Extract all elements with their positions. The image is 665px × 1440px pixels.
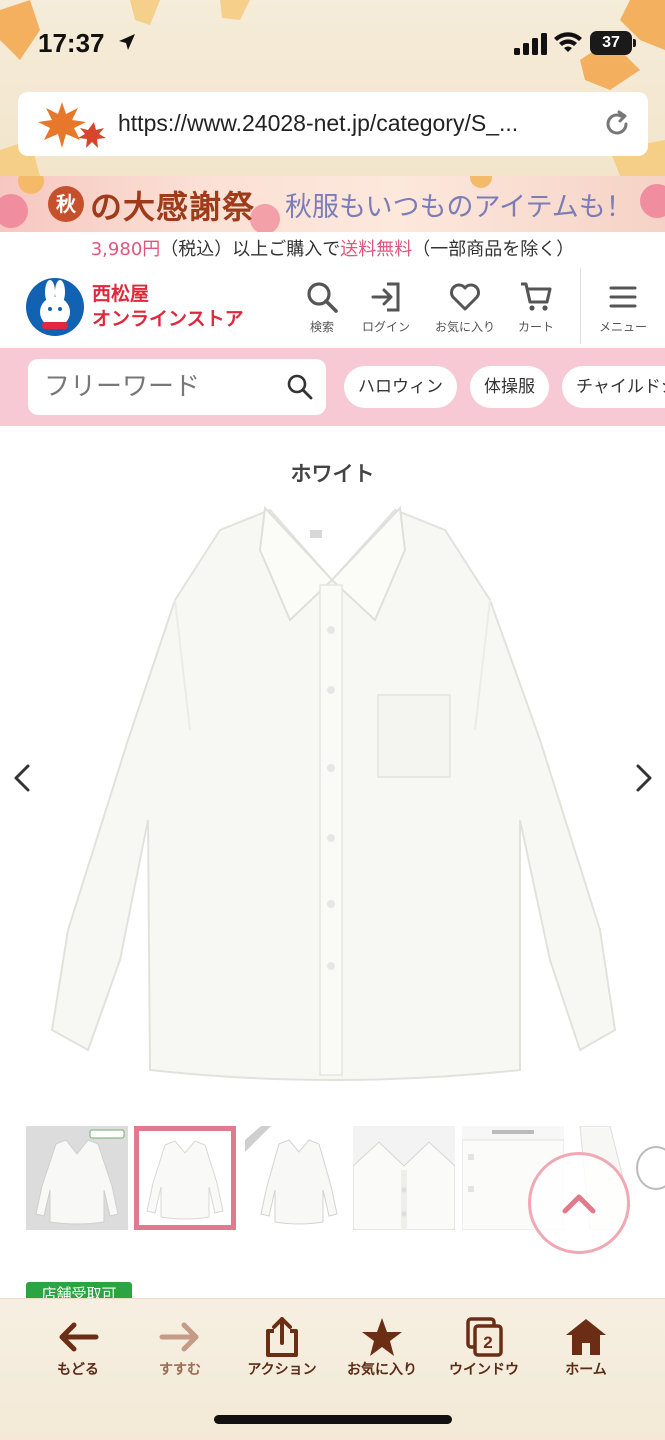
url-text[interactable]: https://www.24028-net.jp/category/S_... (118, 110, 518, 137)
header-menu-button[interactable]: メニュー (583, 276, 663, 342)
toolbar-back-label: もどる (57, 1362, 99, 1378)
header-login-button[interactable]: ログイン (346, 276, 426, 342)
heart-icon (450, 283, 480, 311)
flower-decoration (18, 176, 44, 194)
back-arrow-icon (59, 1322, 99, 1352)
free-shipping-label: 送料無料 (340, 239, 413, 260)
location-arrow-icon (119, 34, 135, 50)
reload-icon[interactable] (602, 109, 632, 139)
star-icon (362, 1318, 402, 1356)
product-color-name: ホワイト (290, 462, 375, 486)
toolbar-bookmark-label: お気に入り (347, 1362, 417, 1378)
free-word-search-input[interactable] (44, 359, 284, 415)
home-icon (566, 1319, 606, 1355)
status-time: 17:37 (38, 28, 105, 58)
toolbar-home-button[interactable]: ホーム (536, 1317, 636, 1387)
address-bar[interactable]: https://www.24028-net.jp/category/S_... (18, 92, 648, 156)
toolbar-windows-button[interactable]: 2 ウインドウ (434, 1317, 534, 1387)
status-bar: 17:37 37 (0, 20, 665, 68)
logo-line-1: 西松屋 (92, 283, 150, 305)
search-icon[interactable] (286, 373, 314, 401)
campaign-subtitle: 秋服もいつものアイテムも！ (285, 192, 633, 223)
battery-indicator: 37 (590, 31, 636, 55)
campaign-badge: 秋 (48, 186, 84, 222)
toolbar-action-label: アクション (247, 1362, 317, 1378)
maple-leaf-icon (38, 102, 106, 148)
thumbnail-2-selected[interactable] (134, 1126, 236, 1230)
chevron-up-icon (562, 1194, 596, 1214)
keyword-chip-halloween[interactable]: ハロウィン (344, 366, 457, 408)
header-menu-label: メニュー (598, 320, 647, 334)
shirt-tag (310, 530, 322, 538)
toolbar-bookmark-button[interactable]: お気に入り (332, 1317, 432, 1387)
thumbnail-4[interactable] (353, 1126, 455, 1230)
flower-decoration (640, 184, 665, 218)
toolbar-forward-button[interactable]: すすむ (130, 1317, 230, 1387)
search-strip: ハロウィン 体操服 チャイルドシ (0, 348, 665, 426)
flower-decoration (0, 194, 28, 228)
share-icon (266, 1317, 298, 1357)
login-icon (371, 282, 400, 312)
thumbnail-1[interactable] (26, 1126, 128, 1230)
next-image-arrow-icon[interactable] (628, 760, 658, 796)
wifi-icon (554, 32, 582, 52)
site-logo-text: 西松屋 オンラインストア (92, 282, 244, 332)
header-cart-button[interactable]: カート (496, 276, 576, 342)
toolbar-home-label: ホーム (565, 1362, 607, 1378)
shipping-threshold-price: 3,980円 (90, 239, 161, 260)
logo-line-2: オンラインストア (92, 308, 244, 330)
rabbit-logo-icon (26, 278, 84, 336)
window-count: 2 (483, 1333, 492, 1352)
header-login-label: ログイン (361, 320, 410, 334)
browser-chrome: 17:37 37 https://www.24028-net.jp/catego… (0, 0, 665, 176)
product-main-image[interactable] (40, 490, 625, 1100)
autumn-campaign-banner[interactable]: 秋 の大感謝祭 秋服もいつものアイテムも！ (0, 176, 665, 232)
search-icon (307, 282, 338, 313)
hamburger-menu-icon (609, 286, 637, 308)
site-header: 西松屋 オンラインストア 検索 ログイン お気に入り カート メニュー (0, 268, 665, 348)
free-word-search-box[interactable] (28, 359, 326, 415)
header-cart-label: カート (517, 320, 554, 334)
free-shipping-notice: 3,980円（税込）以上ご購入で送料無料（一部商品を除く） (0, 232, 665, 268)
keyword-chip-child-seat[interactable]: チャイルドシ (562, 366, 665, 408)
toolbar-back-button[interactable]: もどる (28, 1317, 128, 1387)
forward-arrow-icon (159, 1322, 199, 1352)
cellular-signal-icon (514, 33, 547, 55)
header-favorites-label: お気に入り (434, 320, 495, 334)
thumbnail-3[interactable] (245, 1126, 347, 1230)
shipping-exclusion: （一部商品を除く） (412, 239, 575, 260)
toolbar-windows-label: ウインドウ (449, 1362, 519, 1378)
previous-image-arrow-icon[interactable] (8, 760, 38, 796)
header-favorites-button[interactable]: お気に入り (425, 276, 505, 342)
scroll-to-top-button[interactable] (528, 1152, 630, 1254)
campaign-title: の大感謝祭 (90, 188, 256, 226)
keyword-chip-gym-clothes[interactable]: 体操服 (470, 366, 549, 408)
home-indicator (214, 1415, 452, 1424)
shipping-text: （税込）以上ご購入で (160, 239, 341, 260)
cart-icon (521, 282, 552, 311)
windows-icon: 2 (466, 1317, 503, 1357)
header-divider (580, 268, 581, 344)
toolbar-forward-label: すすむ (159, 1362, 201, 1378)
toolbar-share-button[interactable]: アクション (232, 1317, 332, 1387)
